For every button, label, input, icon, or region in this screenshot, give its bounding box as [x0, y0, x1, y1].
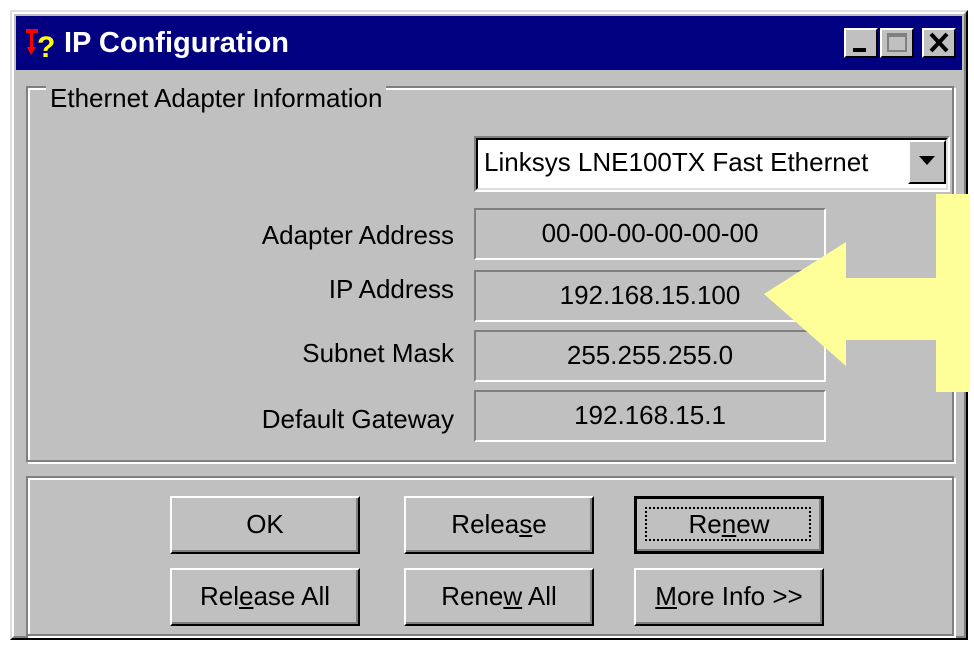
- release-label-pre: Relea: [451, 509, 520, 539]
- minimize-icon: [853, 48, 866, 52]
- close-button[interactable]: [922, 28, 956, 58]
- maximize-icon: [887, 33, 907, 52]
- release-label-key: s: [519, 509, 533, 539]
- release-button[interactable]: Release: [404, 496, 594, 554]
- more-info-label-post: ore Info >>: [676, 581, 803, 611]
- renew-all-label-key: w: [503, 581, 523, 611]
- network-help-icon: ?: [24, 25, 58, 61]
- release-label-post: e: [532, 509, 547, 539]
- adapter-address-label: Adapter Address: [261, 220, 454, 250]
- ok-button[interactable]: OK: [170, 496, 360, 554]
- adapter-select[interactable]: Linksys LNE100TX Fast Ethernet: [474, 136, 950, 192]
- more-info-button[interactable]: More Info >>: [634, 568, 824, 626]
- minimize-button[interactable]: [844, 28, 878, 58]
- title-bar[interactable]: ? IP Configuration: [16, 16, 962, 70]
- subnet-mask-label: Subnet Mask: [302, 338, 454, 368]
- renew-all-label-pre: Rene: [441, 581, 504, 611]
- renew-button[interactable]: Renew: [634, 496, 824, 554]
- release-all-label-key: e: [238, 581, 254, 611]
- adapter-select-value: Linksys LNE100TX Fast Ethernet: [484, 147, 869, 177]
- renew-all-button[interactable]: Renew All: [404, 568, 594, 626]
- more-info-label-key: M: [655, 581, 677, 611]
- dropdown-button[interactable]: [908, 140, 946, 184]
- release-all-label-pre: Rel: [199, 581, 239, 611]
- chevron-down-icon: [919, 156, 935, 165]
- close-icon: [929, 32, 949, 53]
- focus-rectangle: [645, 507, 811, 541]
- release-all-button[interactable]: Release All: [170, 568, 360, 626]
- maximize-button[interactable]: [880, 28, 914, 58]
- renew-all-label-post: All: [522, 581, 557, 611]
- release-all-label-post: ase All: [253, 581, 331, 611]
- default-gateway-label: Default Gateway: [261, 404, 454, 434]
- svg-text:?: ?: [37, 31, 55, 61]
- group-label: Ethernet Adapter Information: [46, 82, 387, 114]
- pointer-arrow-icon: [764, 194, 970, 392]
- window-title: IP Configuration: [64, 27, 290, 59]
- ip-address-label: IP Address: [328, 274, 454, 304]
